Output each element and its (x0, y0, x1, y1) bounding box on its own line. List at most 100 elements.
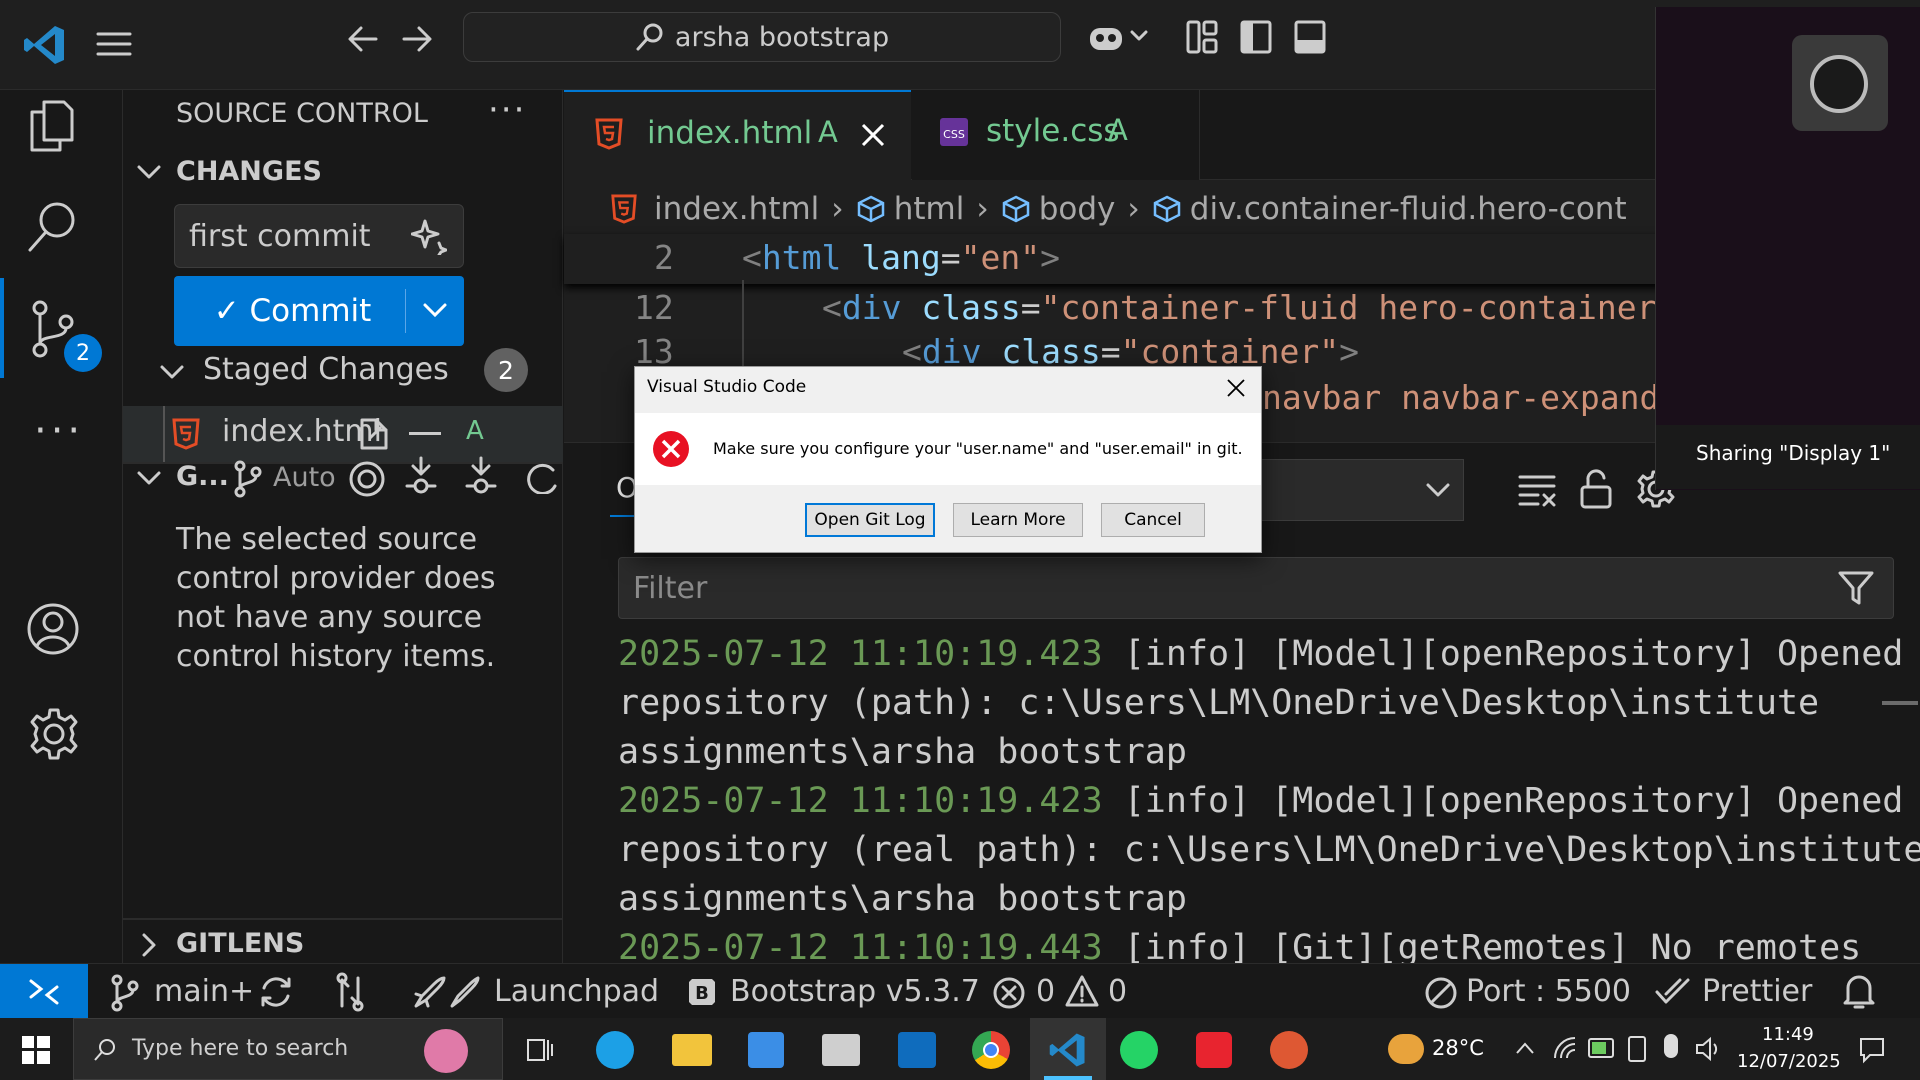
tab-label: index.html (647, 115, 813, 151)
chrome-icon[interactable] (972, 1031, 1010, 1069)
back-arrow-icon[interactable] (346, 22, 380, 56)
battery-icon[interactable] (1588, 1038, 1614, 1058)
microphone-icon[interactable] (1664, 1034, 1678, 1058)
open-git-log-button[interactable]: Open Git Log (805, 503, 935, 537)
taskbar-search[interactable]: Type here to search (73, 1018, 503, 1080)
compare-icon[interactable] (334, 972, 366, 1012)
wps-icon[interactable] (1196, 1032, 1232, 1068)
scrollbar-thumb[interactable] (1882, 701, 1918, 705)
chevron-down-icon[interactable] (136, 164, 162, 182)
breadcrumb-item[interactable]: html (894, 191, 965, 227)
port-label[interactable]: Port : 5500 (1466, 974, 1631, 1009)
dialog-message: Make sure you configure your "user.name"… (713, 439, 1243, 458)
clock-date[interactable]: 12/07/2025 (1737, 1051, 1841, 1072)
learn-more-button[interactable]: Learn More (953, 503, 1083, 537)
close-icon[interactable] (860, 122, 886, 148)
commit-button-label: ✓ Commit (213, 293, 372, 329)
gear-icon[interactable] (26, 706, 82, 762)
chevron-down-icon[interactable] (1130, 30, 1148, 42)
filter-input[interactable]: Filter (618, 557, 1894, 619)
commit-message-value: first commit (189, 218, 371, 254)
remote-indicator[interactable] (0, 964, 88, 1019)
bell-icon[interactable] (1842, 972, 1876, 1012)
copilot-icon[interactable] (1086, 18, 1126, 58)
search-view-icon[interactable] (26, 200, 78, 254)
unstage-icon[interactable] (409, 432, 441, 435)
chevron-down-icon (1426, 483, 1450, 497)
graph-auto-label[interactable]: Auto (273, 462, 336, 493)
task-view-icon[interactable] (526, 1036, 554, 1064)
wifi-icon[interactable] (1552, 1036, 1578, 1060)
branch-icon[interactable] (233, 460, 263, 498)
toggle-sidebar-icon[interactable] (1240, 20, 1272, 54)
customize-layout-icon[interactable] (1186, 20, 1218, 54)
commit-message-input[interactable]: first commit (174, 204, 464, 268)
commit-dropdown-icon[interactable] (422, 302, 448, 320)
mail-icon[interactable] (822, 1034, 860, 1066)
graph-empty-message: The selected source control provider doe… (176, 520, 546, 676)
duckduckgo-icon[interactable] (1270, 1031, 1308, 1069)
graph-header[interactable]: G... (176, 461, 229, 492)
command-center-search[interactable]: arsha bootstrap (463, 12, 1061, 62)
sync-icon[interactable] (258, 974, 294, 1010)
file-explorer-icon[interactable] (672, 1034, 712, 1066)
chevron-right-icon[interactable] (141, 932, 159, 958)
notifications-icon[interactable] (1858, 1036, 1886, 1064)
breadcrumb: index.html › html › body › div.container… (564, 184, 1627, 234)
prettier-label[interactable]: Prettier (1702, 974, 1812, 1009)
target-icon[interactable] (348, 460, 386, 498)
lock-icon[interactable] (1578, 469, 1614, 509)
accounts-icon[interactable] (26, 602, 80, 656)
chevron-down-icon[interactable] (159, 364, 185, 382)
cancel-button[interactable]: Cancel (1101, 503, 1205, 537)
graph-message-line: control provider does (176, 561, 496, 596)
windows-start-icon[interactable] (22, 1036, 50, 1064)
menu-icon[interactable] (96, 26, 132, 62)
log-text: assignments\arsha bootstrap (618, 732, 1187, 772)
warning-count[interactable]: 0 (1108, 974, 1127, 1009)
dialog-body: Make sure you configure your "user.name"… (635, 413, 1261, 485)
tab-index-html[interactable]: index.html A (564, 90, 911, 180)
commit-button[interactable]: ✓ Commit (174, 276, 464, 346)
branch-name[interactable]: main+ (154, 974, 254, 1009)
close-icon[interactable] (1225, 377, 1247, 399)
staged-changes-header[interactable]: Staged Changes (203, 352, 449, 387)
outlook-icon[interactable] (898, 1032, 936, 1068)
volume-icon[interactable] (1694, 1036, 1722, 1062)
forward-arrow-icon[interactable] (400, 22, 434, 56)
toggle-panel-icon[interactable] (1294, 20, 1326, 54)
bootstrap-version[interactable]: Bootstrap v5.3.7 (730, 974, 980, 1009)
device-icon[interactable] (1628, 1036, 1646, 1062)
fetch-icon[interactable] (403, 456, 439, 500)
breadcrumb-item[interactable]: div.container-fluid.hero-cont (1190, 191, 1627, 227)
chevron-up-icon[interactable] (1514, 1040, 1536, 1056)
chevron-down-icon[interactable] (136, 470, 162, 488)
sparkle-icon[interactable] (411, 219, 447, 255)
tab-status: A (818, 115, 838, 149)
list-item-staged-file[interactable]: index.html A (123, 406, 563, 462)
clear-output-icon[interactable] (1518, 473, 1558, 509)
pull-icon[interactable] (463, 456, 499, 500)
branch-icon (111, 974, 139, 1012)
open-file-icon[interactable] (356, 414, 392, 452)
store-icon[interactable] (748, 1032, 784, 1068)
breadcrumb-item[interactable]: body (1039, 191, 1116, 227)
clock-time[interactable]: 11:49 (1762, 1024, 1814, 1045)
whatsapp-icon[interactable] (1120, 1031, 1158, 1069)
changes-header[interactable]: CHANGES (176, 156, 322, 187)
more-actions-icon[interactable]: ··· (488, 90, 526, 130)
weather-temp[interactable]: 28°C (1432, 1036, 1484, 1060)
explorer-icon[interactable] (26, 98, 76, 154)
filter-icon[interactable] (1837, 570, 1875, 606)
more-views-icon[interactable]: ··· (34, 408, 84, 454)
taskbar-vscode-active[interactable] (1030, 1018, 1106, 1080)
breadcrumb-item[interactable]: index.html (654, 191, 819, 227)
edge-icon[interactable] (596, 1031, 634, 1069)
tab-style-css[interactable]: CSS style.css A (912, 90, 1200, 180)
log-timestamp: 2025-07-12 11:10:19.443 (618, 928, 1103, 968)
gitlens-header[interactable]: GITLENS (176, 928, 304, 959)
launchpad-label[interactable]: Launchpad (494, 974, 659, 1009)
error-count[interactable]: 0 (1036, 974, 1055, 1009)
log-timestamp: 2025-07-12 11:10:19.423 (618, 634, 1103, 674)
refresh-icon[interactable] (523, 462, 563, 494)
